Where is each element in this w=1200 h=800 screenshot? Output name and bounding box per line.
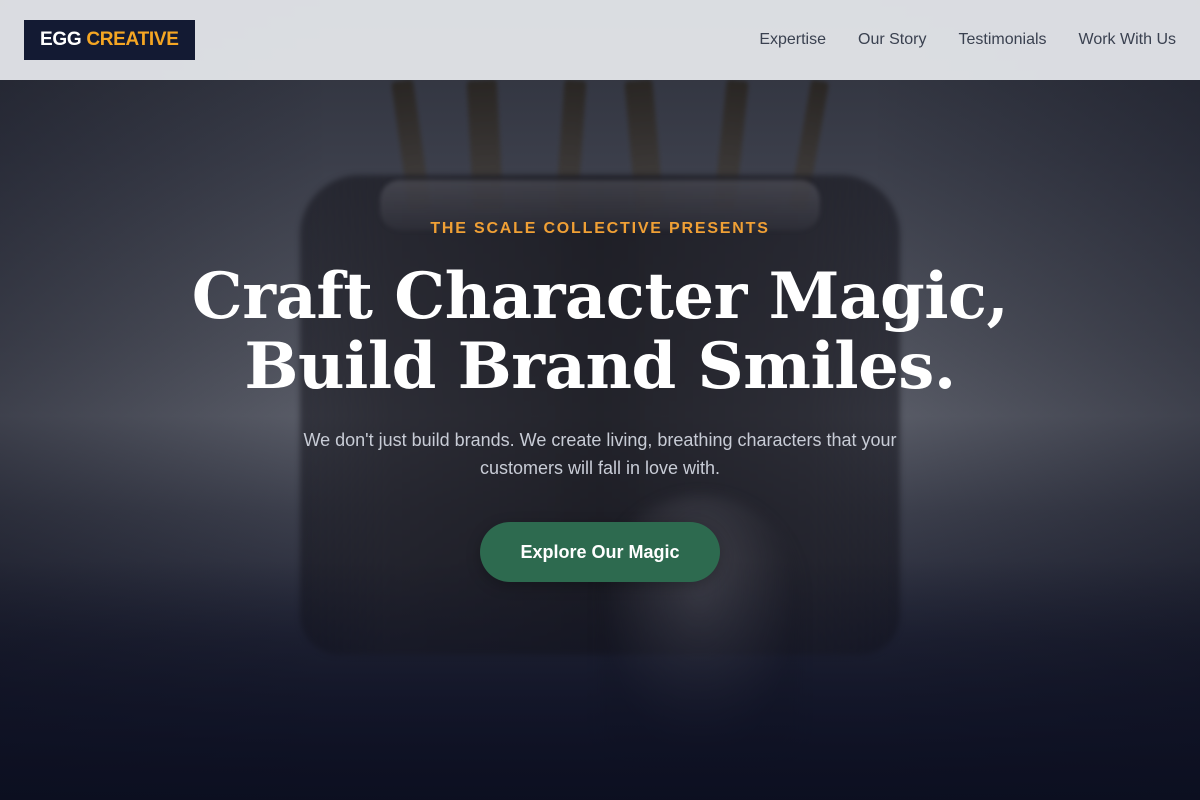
- logo[interactable]: EGG CREATIVE: [24, 20, 195, 60]
- nav-link-testimonials[interactable]: Testimonials: [958, 31, 1046, 49]
- hero-subtext: We don't just build brands. We create li…: [303, 430, 897, 478]
- hero-headline-line-2: Build Brand Smiles.: [244, 329, 956, 404]
- main-nav: Expertise Our Story Testimonials Work Wi…: [759, 31, 1176, 49]
- hero-headline: Craft Character Magic, Build Brand Smile…: [0, 262, 1200, 402]
- nav-link-expertise[interactable]: Expertise: [759, 31, 826, 49]
- logo-word-egg: EGG: [40, 29, 82, 50]
- logo-word-creative: CREATIVE: [86, 29, 179, 50]
- hero-headline-line-1: Craft Character Magic,: [191, 259, 1009, 334]
- nav-link-work-with-us[interactable]: Work With Us: [1079, 31, 1176, 49]
- hero-eyebrow: THE SCALE COLLECTIVE PRESENTS: [430, 220, 770, 237]
- hero-section: THE SCALE COLLECTIVE PRESENTS Craft Char…: [0, 0, 1200, 800]
- nav-link-our-story[interactable]: Our Story: [858, 31, 926, 49]
- site-header: EGG CREATIVE Expertise Our Story Testimo…: [0, 0, 1200, 80]
- explore-magic-button[interactable]: Explore Our Magic: [480, 522, 720, 582]
